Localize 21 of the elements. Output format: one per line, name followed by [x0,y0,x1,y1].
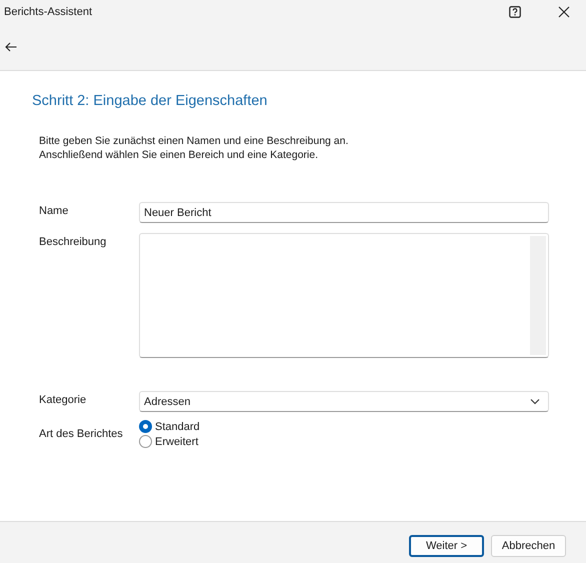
cancel-button[interactable]: Abbrechen [491,534,566,556]
close-icon[interactable] [558,6,570,18]
field-label: Beschreibung [39,235,108,250]
step-heading: Schritt 2: Eingabe der Eigenschaften [32,93,268,109]
next-button[interactable]: Weiter > [409,534,484,556]
instruction-text: Anschließend wählen Sie einen Bereich und eine Kategorie. [39,148,320,162]
field-label: Name [39,204,70,217]
radio-label[interactable]: Standard [155,420,200,432]
radio-button[interactable] [139,420,152,433]
field-label: Kategorie [39,393,88,408]
field-label: Art des Berichtes [39,428,124,440]
chevron-down-icon [530,398,540,404]
instruction-text: Bitte geben Sie zunächst einen Namen und eine Beschreibung an. [39,134,350,148]
help-icon[interactable] [509,6,521,18]
name-field[interactable]: Neuer Bericht [139,202,549,223]
description-field[interactable] [139,233,549,358]
back-arrow-icon[interactable] [5,42,17,52]
radio-button[interactable] [139,435,152,448]
radio-label[interactable]: Erweitert [155,436,198,448]
window-title: Berichts-Assistent [4,6,94,18]
category-dropdown[interactable]: Adressen [139,391,549,412]
